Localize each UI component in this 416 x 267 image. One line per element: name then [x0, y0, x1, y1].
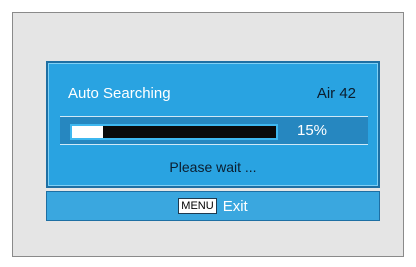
progress-percent: 15%: [297, 122, 328, 139]
search-title: Auto Searching: [68, 85, 171, 102]
tv-screen: Auto Searching Air 42 15% Please wait ..…: [12, 12, 404, 257]
exit-label: Exit: [222, 197, 248, 215]
auto-search-dialog: Auto Searching Air 42 15% Please wait ..…: [46, 61, 380, 188]
progress-fill: [72, 126, 103, 138]
progress-bar: [70, 124, 278, 140]
menu-key-badge: MENU: [178, 198, 217, 214]
channel-label: Air 42: [316, 85, 356, 102]
status-message: Please wait ...: [169, 159, 257, 175]
progress-row: 15%: [60, 116, 368, 145]
search-header: Auto Searching Air 42: [68, 85, 356, 105]
exit-bar[interactable]: MENU Exit: [46, 191, 380, 221]
